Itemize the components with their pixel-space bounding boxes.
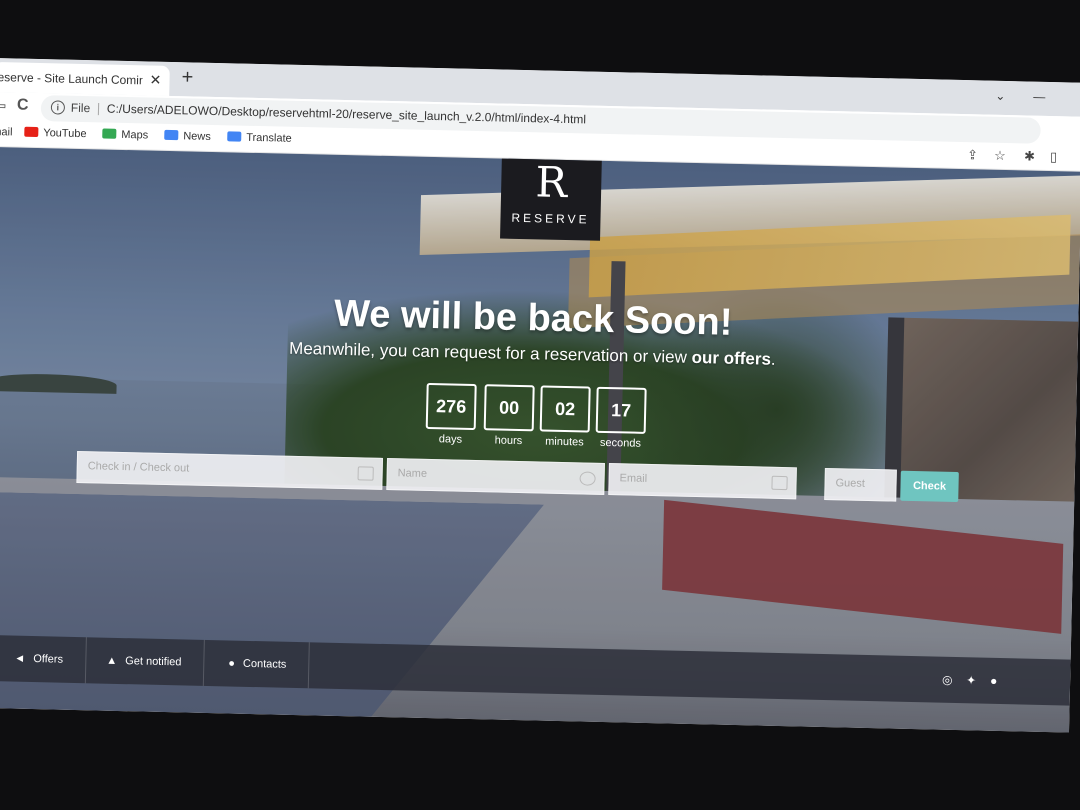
close-tab-icon[interactable]: ✕	[149, 72, 161, 89]
footer-offers[interactable]: ◄ Offers	[13, 635, 87, 684]
file-label: File	[70, 100, 91, 116]
countdown-minutes: 02 minutes	[539, 385, 591, 449]
countdown-seconds: 17 seconds	[595, 386, 647, 450]
youtube-icon	[24, 126, 39, 138]
minimize-button[interactable]: —	[1033, 90, 1045, 104]
new-tab-button[interactable]: +	[181, 66, 193, 89]
side-panel-icon[interactable]: ▯	[1050, 149, 1057, 165]
calendar-icon	[357, 466, 374, 481]
countdown-value: 02	[539, 385, 591, 433]
logo-text: RESERVE	[511, 210, 590, 227]
offers-link[interactable]: our offers	[691, 348, 771, 369]
bookmark-translate[interactable]: Translate	[227, 131, 292, 145]
maps-icon	[102, 128, 117, 139]
twitter-icon[interactable]: ✦	[966, 673, 976, 687]
footer-contacts[interactable]: ● Contacts	[227, 640, 310, 689]
countdown-value: 17	[595, 386, 647, 434]
translate-icon	[227, 131, 242, 142]
bookmark-label: News	[183, 130, 211, 143]
bookmark-label: Maps	[121, 128, 149, 142]
footer-get-notified[interactable]: ▲ Get notified	[105, 637, 206, 686]
landing-page: R RESERVE We will be back Soon! Meanwhil…	[0, 146, 1080, 733]
check-button[interactable]: Check	[900, 470, 959, 502]
footer-label: Contacts	[242, 657, 287, 671]
bookmark-news[interactable]: News	[164, 129, 211, 143]
countdown-label: seconds	[599, 436, 642, 450]
extensions-icon[interactable]: ✱	[1024, 148, 1035, 164]
checkin-placeholder: Check in / Check out	[87, 460, 190, 475]
countdown-days: 276 days	[425, 382, 477, 446]
bookmark-label: mail	[0, 125, 13, 139]
bell-icon: ▲	[106, 654, 118, 667]
bookmark-star-icon[interactable]: ☆	[994, 148, 1006, 164]
logo-letter: R	[534, 157, 568, 208]
instagram-icon[interactable]: ◎	[942, 673, 953, 687]
footer-label: Get notified	[125, 655, 182, 669]
email-input[interactable]: Email	[608, 463, 797, 500]
checkin-checkout-input[interactable]: Check in / Check out	[76, 450, 384, 490]
countdown-label: days	[438, 433, 463, 446]
back-button[interactable]: ⇦	[0, 96, 7, 116]
name-input[interactable]: Name	[386, 458, 605, 495]
url-text[interactable]: C:/Users/ADELOWO/Desktop/reservehtml-20/…	[107, 102, 586, 127]
browser-window: eserve - Site Launch Coming so ✕ + ⌄ — ⇦…	[0, 58, 1080, 733]
countdown-value: 00	[483, 384, 535, 432]
footer-label: Offers	[33, 653, 64, 666]
bookmark-label: Translate	[246, 131, 292, 145]
guest-placeholder: Guest	[835, 477, 866, 490]
countdown-hours: 00 hours	[483, 384, 535, 448]
email-placeholder: Email	[619, 472, 648, 485]
bookmark-label: YouTube	[43, 127, 87, 141]
browser-tab[interactable]: eserve - Site Launch Coming so ✕	[0, 61, 170, 96]
tab-title: eserve - Site Launch Coming so	[0, 70, 143, 88]
countdown-label: minutes	[545, 435, 584, 449]
info-icon[interactable]: i	[50, 100, 66, 115]
guest-select[interactable]: Guest	[824, 467, 897, 502]
subline-end: .	[770, 349, 776, 369]
tab-search-icon[interactable]: ⌄	[995, 89, 1005, 103]
facebook-icon[interactable]: ●	[990, 674, 998, 688]
url-separator: |	[96, 100, 101, 116]
news-icon	[164, 129, 179, 141]
countdown-label: hours	[494, 434, 523, 448]
envelope-icon	[771, 475, 788, 491]
reload-button[interactable]: C	[17, 97, 29, 115]
megaphone-icon: ◄	[14, 652, 26, 665]
bookmark-maps[interactable]: Maps	[102, 128, 149, 142]
name-placeholder: Name	[397, 467, 428, 480]
location-pin-icon: ●	[228, 657, 236, 670]
reserve-logo[interactable]: R RESERVE	[500, 148, 603, 241]
countdown-value: 276	[425, 382, 477, 431]
share-icon[interactable]: ⇪	[967, 147, 978, 163]
bookmark-mail[interactable]: mail	[0, 126, 13, 138]
bookmark-youtube[interactable]: YouTube	[24, 126, 87, 141]
user-icon	[579, 471, 596, 486]
